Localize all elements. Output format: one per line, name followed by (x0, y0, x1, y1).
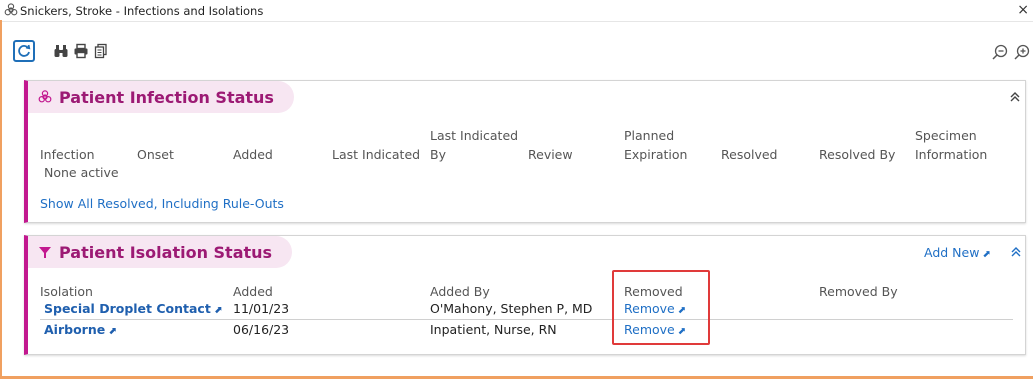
col-planned-expiration-line1: Planned (624, 128, 675, 143)
infections-isolations-window: Snickers, Stroke - Infections and Isolat… (0, 0, 1033, 379)
col-added: Added (233, 147, 273, 162)
window-title: Snickers, Stroke - Infections and Isolat… (20, 4, 264, 18)
window-left-accent (0, 20, 2, 379)
added-by-name: Inpatient, Nurse, RN (430, 322, 557, 337)
col-review: Review (528, 147, 573, 162)
collapse-icon[interactable] (1008, 90, 1022, 104)
col-removed-by: Removed By (819, 284, 898, 299)
col-planned-expiration-line2: Expiration (624, 147, 688, 162)
isolation-name: Special Droplet Contact (44, 301, 211, 316)
col-added: Added (233, 284, 273, 299)
add-new-label: Add New (924, 245, 980, 260)
show-all-resolved-link[interactable]: Show All Resolved, Including Rule-Outs (40, 196, 284, 212)
isolation-status-panel: Patient Isolation Status Add New ⬈ Isolat… (24, 235, 1026, 355)
external-link-icon: ⬈ (108, 326, 117, 337)
collapse-icon[interactable] (1009, 245, 1023, 259)
empty-state-text: None active (44, 165, 119, 180)
title-bar: Snickers, Stroke - Infections and Isolat… (0, 0, 1033, 22)
binoculars-icon[interactable] (53, 43, 69, 59)
zoom-out-icon[interactable] (991, 43, 1009, 61)
isolation-link-special-droplet-contact[interactable]: Special Droplet Contact ⬈ (44, 301, 222, 319)
funnel-icon (39, 247, 51, 258)
external-link-icon: ⬈ (982, 249, 991, 260)
col-isolation: Isolation (40, 284, 93, 299)
external-link-icon: ⬈ (213, 305, 223, 316)
biohazard-icon (38, 90, 52, 103)
col-resolved: Resolved (721, 147, 778, 162)
zoom-in-icon[interactable] (1013, 43, 1031, 61)
removed-column-highlight (612, 270, 710, 345)
col-resolved-by: Resolved By (819, 147, 896, 162)
copy-icon[interactable] (93, 43, 109, 59)
added-date: 11/01/23 (233, 301, 290, 316)
isolation-name: Airborne (44, 322, 106, 337)
add-new-link[interactable]: Add New ⬈ (924, 245, 991, 263)
biohazard-icon (4, 3, 18, 16)
infection-status-title: Patient Infection Status (59, 87, 274, 107)
isolation-link-airborne[interactable]: Airborne ⬈ (44, 322, 117, 340)
isolation-status-title: Patient Isolation Status (59, 242, 273, 262)
refresh-button[interactable] (13, 40, 35, 62)
infection-status-header: Patient Infection Status (28, 81, 294, 113)
col-added-by: Added By (430, 284, 490, 299)
col-infection: Infection (40, 147, 95, 162)
infection-status-panel: Patient Infection Status Infection Onset… (24, 80, 1026, 223)
col-onset: Onset (137, 147, 174, 162)
added-date: 06/16/23 (233, 322, 290, 337)
col-last-indicated-by-line1: Last Indicated (430, 128, 519, 143)
col-last-indicated: Last Indicated (332, 147, 421, 162)
col-last-indicated-by-line2: By (430, 147, 446, 162)
row-divider (40, 319, 1013, 320)
refresh-icon (18, 44, 31, 57)
close-icon[interactable]: × (1017, 2, 1029, 18)
isolation-status-header: Patient Isolation Status (28, 236, 293, 268)
toolbar (10, 38, 1033, 66)
col-specimen-line1: Specimen (915, 128, 977, 143)
print-icon[interactable] (73, 43, 89, 59)
col-specimen-line2: Information (915, 147, 988, 162)
added-by-name: O'Mahony, Stephen P, MD (430, 301, 593, 316)
